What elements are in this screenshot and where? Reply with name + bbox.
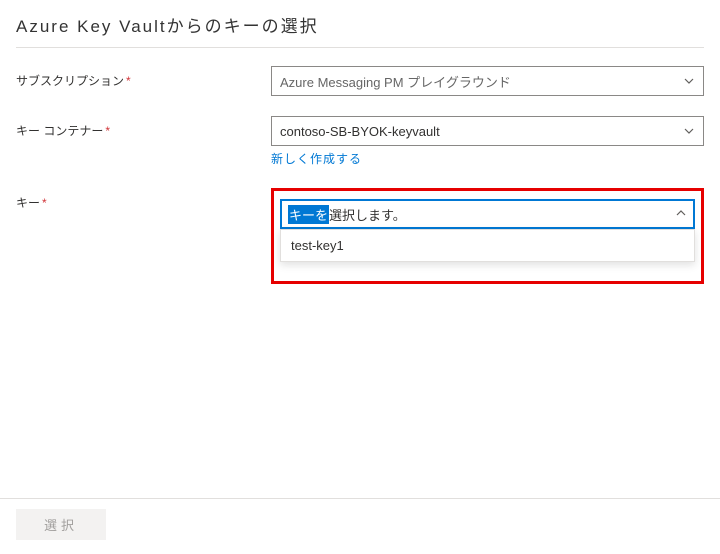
required-marker: * [126,74,131,88]
label-key: キー * [16,188,271,211]
key-highlight-box: キーを 選択します。 test-key1 [271,188,704,284]
label-keycontainer: キー コンテナー * [16,116,271,139]
page-title: Azure Key Vaultからのキーの選択 [16,12,704,37]
title-divider [16,47,704,48]
key-placeholder-rest: 選択します。 [329,205,406,224]
keycontainer-selected-value: contoso-SB-BYOK-keyvault [280,124,440,139]
create-new-link[interactable]: 新しく作成する [271,150,362,167]
keycontainer-select[interactable]: contoso-SB-BYOK-keyvault [271,116,704,146]
key-option[interactable]: test-key1 [281,230,694,261]
select-button[interactable]: 選択 [16,509,106,540]
row-keycontainer: キー コンテナー * contoso-SB-BYOK-keyvault 新しく作… [16,116,704,168]
label-key-text: キー [16,194,40,211]
label-keycontainer-text: キー コンテナー [16,122,103,139]
chevron-down-icon [683,125,695,137]
required-marker: * [42,196,47,210]
footer: 選択 [0,498,720,554]
key-dropdown: test-key1 [280,229,695,262]
subscription-selected-value: Azure Messaging PM プレイグラウンド [280,72,511,91]
required-marker: * [105,124,110,138]
label-subscription-text: サブスクリプション [16,72,124,89]
chevron-down-icon [683,75,695,87]
chevron-up-icon [675,207,687,219]
key-placeholder-highlight: キーを [288,205,329,224]
row-subscription: サブスクリプション * Azure Messaging PM プレイグラウンド [16,66,704,96]
row-key: キー * キーを 選択します。 test-key1 [16,188,704,284]
key-select[interactable]: キーを 選択します。 [280,199,695,229]
subscription-select[interactable]: Azure Messaging PM プレイグラウンド [271,66,704,96]
label-subscription: サブスクリプション * [16,66,271,89]
